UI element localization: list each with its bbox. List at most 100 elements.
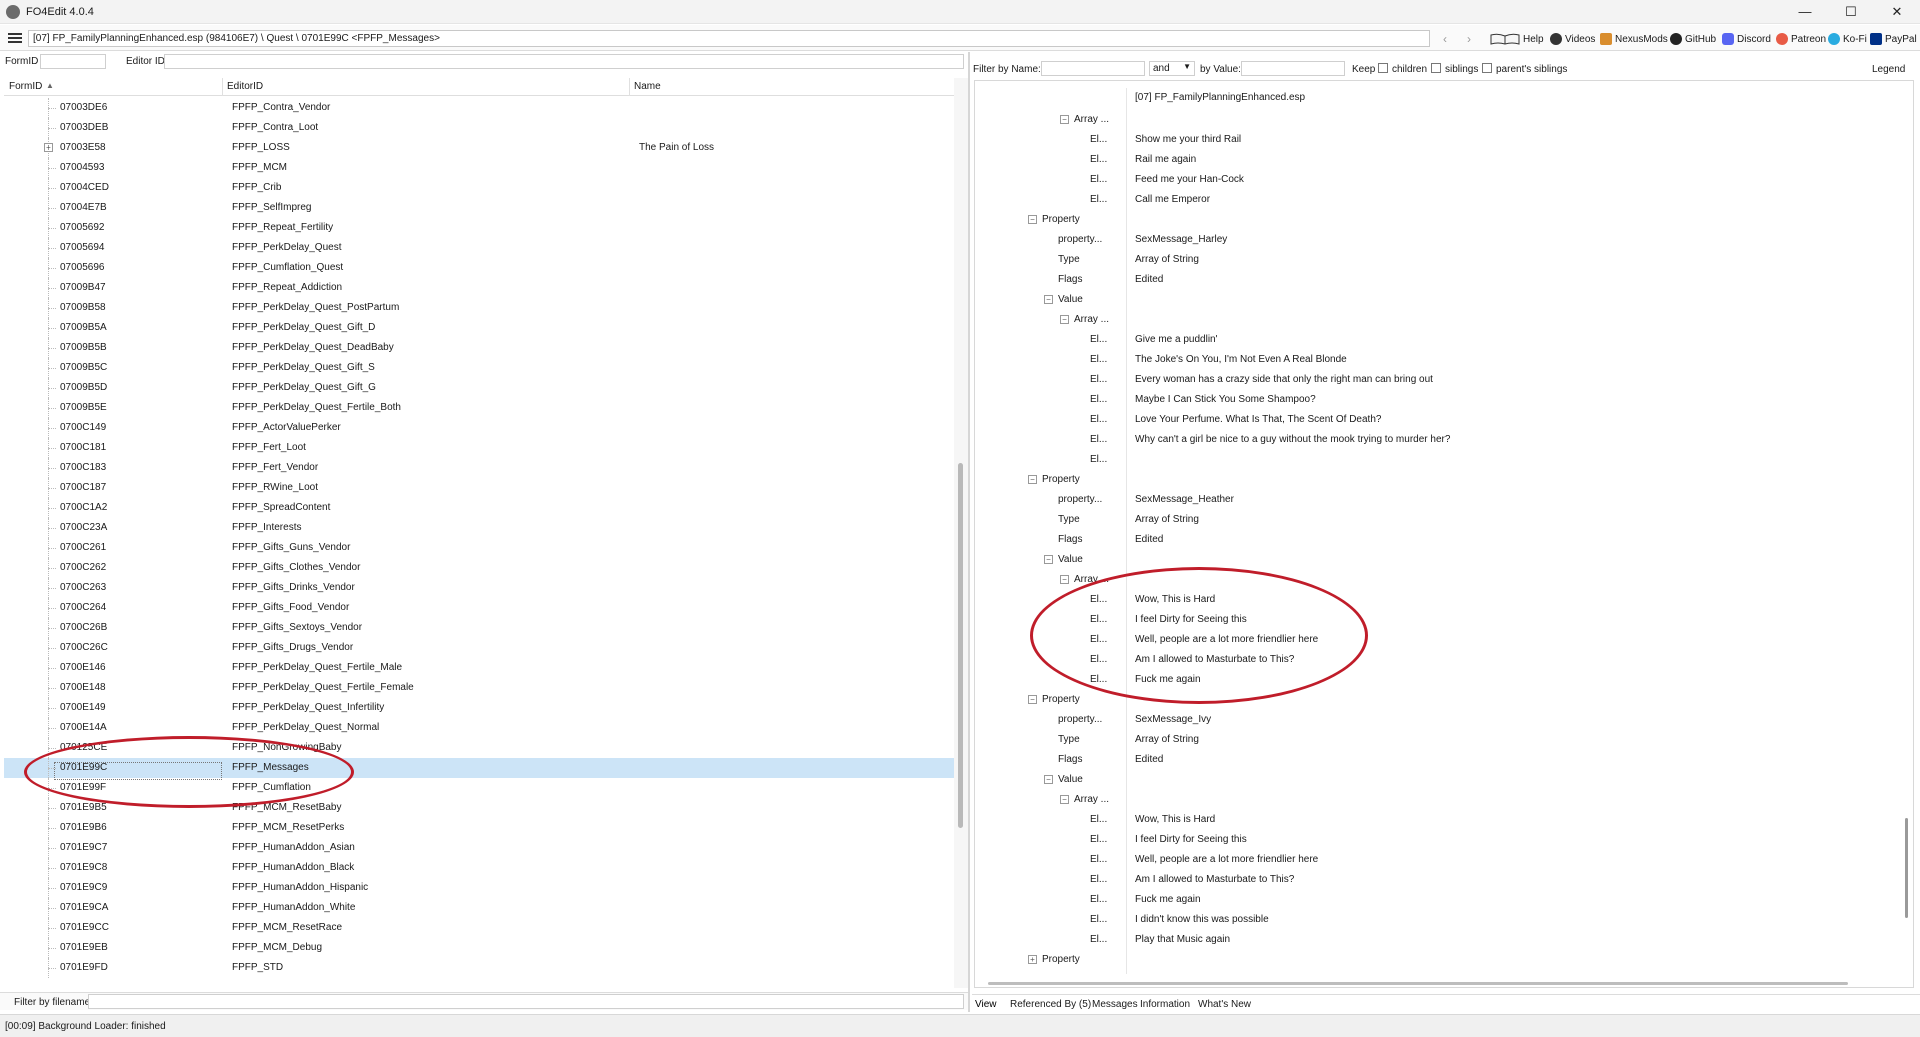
tree-row[interactable]: El... Why can't a girl be nice to a guy w… (976, 430, 1896, 450)
help-link[interactable]: Help (1490, 31, 1544, 47)
tree-row[interactable]: − Array ... (976, 790, 1896, 810)
left-vertical-scrollbar[interactable] (954, 78, 968, 988)
tree-row[interactable]: El... The Joke's On You, I'm Not Even A R… (976, 350, 1896, 370)
tree-row[interactable]: Type Array of String (976, 250, 1896, 270)
tree-row[interactable]: El... I didn't know this was possible (976, 910, 1896, 930)
tree-row[interactable]: − Array ... (976, 310, 1896, 330)
table-row[interactable]: 07009B58 FPFP_PerkDelay_Quest_PostPartum (4, 298, 954, 318)
tree-row[interactable]: Flags Edited (976, 530, 1896, 550)
collapse-icon[interactable]: − (1060, 795, 1069, 804)
tree-row[interactable]: − Property (976, 470, 1896, 490)
table-row[interactable]: 0701E9B6 FPFP_MCM_ResetPerks (4, 818, 954, 838)
tree-row[interactable]: El... Call me Emperor (976, 190, 1896, 210)
tree-row[interactable]: − Value (976, 550, 1896, 570)
tree-row[interactable]: + Property (976, 950, 1896, 970)
table-row[interactable]: 0700C264 FPFP_Gifts_Food_Vendor (4, 598, 954, 618)
left-scroll-thumb[interactable] (958, 463, 963, 828)
nexusmods-link[interactable]: NexusMods (1600, 31, 1668, 47)
table-row[interactable]: 07003DE6 FPFP_Contra_Vendor (4, 98, 954, 118)
tree-row[interactable]: property... SexMessage_Heather (976, 490, 1896, 510)
tree-row[interactable]: El... Am I allowed to Masturbate to This? (976, 870, 1896, 890)
pane-splitter[interactable] (968, 52, 970, 1012)
tree-row[interactable]: El... (976, 450, 1896, 470)
table-row[interactable]: 0700C23A FPFP_Interests (4, 518, 954, 538)
tab-view[interactable]: View (975, 999, 997, 1010)
right-vertical-scrollbar[interactable] (1900, 88, 1914, 974)
collapse-icon[interactable]: − (1028, 695, 1037, 704)
tree-row[interactable]: El... Play that Music again (976, 930, 1896, 950)
paypal-link[interactable]: PayPal (1870, 31, 1917, 47)
tab-whats-new[interactable]: What's New (1198, 999, 1251, 1010)
table-row[interactable]: 07009B47 FPFP_Repeat_Addiction (4, 278, 954, 298)
formid-filter-input[interactable] (40, 54, 106, 69)
table-row[interactable]: 0700C262 FPFP_Gifts_Clothes_Vendor (4, 558, 954, 578)
table-row[interactable]: 07004CED FPFP_Crib (4, 178, 954, 198)
back-arrow-icon[interactable]: ‹ (1436, 30, 1454, 48)
github-link[interactable]: GitHub (1670, 31, 1716, 47)
tree-row[interactable]: El... Give me a puddlin' (976, 330, 1896, 350)
table-row[interactable]: 07004E7B FPFP_SelfImpreg (4, 198, 954, 218)
table-row[interactable]: +07003E58 FPFP_LOSS The Pain of Loss (4, 138, 954, 158)
tree-row[interactable]: − Property (976, 210, 1896, 230)
tree-row[interactable]: El... Love Your Perfume. What Is That, Th… (976, 410, 1896, 430)
collapse-icon[interactable]: − (1060, 575, 1069, 584)
table-row[interactable]: 07009B5C FPFP_PerkDelay_Quest_Gift_S (4, 358, 954, 378)
filter-by-name-input[interactable] (1041, 61, 1145, 76)
table-row[interactable]: 07009B5B FPFP_PerkDelay_Quest_DeadBaby (4, 338, 954, 358)
tree-row[interactable]: El... Show me your third Rail (976, 130, 1896, 150)
column-header-editorid[interactable]: EditorID (227, 81, 263, 92)
editorid-filter-input[interactable] (164, 54, 964, 69)
expand-icon[interactable]: + (44, 143, 53, 152)
discord-link[interactable]: Discord (1722, 31, 1771, 47)
table-row[interactable]: 07009B5A FPFP_PerkDelay_Quest_Gift_D (4, 318, 954, 338)
tree-row[interactable]: property... SexMessage_Harley (976, 230, 1896, 250)
table-row[interactable]: 0701E9CA FPFP_HumanAddon_White (4, 898, 954, 918)
table-row[interactable]: 07005694 FPFP_PerkDelay_Quest (4, 238, 954, 258)
table-row[interactable]: 0700E146 FPFP_PerkDelay_Quest_Fertile_Mal… (4, 658, 954, 678)
expand-icon[interactable]: + (1028, 955, 1037, 964)
table-row[interactable]: 0700C26C FPFP_Gifts_Drugs_Vendor (4, 638, 954, 658)
table-row[interactable]: 0701E9C7 FPFP_HumanAddon_Asian (4, 838, 954, 858)
parents-siblings-checkbox[interactable] (1482, 63, 1492, 73)
siblings-checkbox[interactable] (1431, 63, 1441, 73)
tab-messages[interactable]: Messages (1092, 999, 1138, 1010)
maximize-button[interactable]: ☐ (1828, 0, 1874, 24)
collapse-icon[interactable]: − (1028, 475, 1037, 484)
close-button[interactable]: ✕ (1874, 0, 1920, 24)
tree-row[interactable]: El... Feed me your Han-Cock (976, 170, 1896, 190)
tree-row[interactable]: El... Every woman has a crazy side that o… (976, 370, 1896, 390)
table-row[interactable]: 0700E149 FPFP_PerkDelay_Quest_Infertility (4, 698, 954, 718)
filter-by-value-input[interactable] (1241, 61, 1345, 76)
tree-row[interactable]: Type Array of String (976, 510, 1896, 530)
collapse-icon[interactable]: − (1044, 555, 1053, 564)
right-scroll-thumb[interactable] (1905, 818, 1908, 918)
table-row[interactable]: 0700C261 FPFP_Gifts_Guns_Vendor (4, 538, 954, 558)
table-row[interactable]: 0701E9EB FPFP_MCM_Debug (4, 938, 954, 958)
tab-referenced-by[interactable]: Referenced By (5) (1010, 999, 1091, 1010)
table-row[interactable]: 07003DEB FPFP_Contra_Loot (4, 118, 954, 138)
column-header-formid[interactable]: FormID (9, 81, 42, 92)
table-row[interactable]: 0700C183 FPFP_Fert_Vendor (4, 458, 954, 478)
tree-row[interactable]: − Array ... (976, 110, 1896, 130)
tree-row[interactable]: Flags Edited (976, 750, 1896, 770)
and-or-select[interactable]: and ▼ (1149, 61, 1195, 76)
collapse-icon[interactable]: − (1028, 215, 1037, 224)
patreon-link[interactable]: Patreon (1776, 31, 1826, 47)
collapse-icon[interactable]: − (1044, 295, 1053, 304)
tree-row[interactable]: El... Rail me again (976, 150, 1896, 170)
table-row[interactable]: 07005692 FPFP_Repeat_Fertility (4, 218, 954, 238)
filename-filter-input[interactable] (88, 994, 964, 1009)
table-row[interactable]: 0700C181 FPFP_Fert_Loot (4, 438, 954, 458)
menu-icon[interactable] (8, 33, 22, 43)
table-row[interactable]: 07004593 FPFP_MCM (4, 158, 954, 178)
legend-button[interactable]: Legend (1872, 64, 1905, 75)
tab-information[interactable]: Information (1140, 999, 1190, 1010)
videos-link[interactable]: Videos (1550, 31, 1595, 47)
record-path-field[interactable]: [07] FP_FamilyPlanningEnhanced.esp (9841… (28, 30, 1430, 47)
table-row[interactable]: 0700C1A2 FPFP_SpreadContent (4, 498, 954, 518)
tree-row[interactable]: El... I feel Dirty for Seeing this (976, 830, 1896, 850)
table-row[interactable]: 0700C263 FPFP_Gifts_Drinks_Vendor (4, 578, 954, 598)
children-checkbox[interactable] (1378, 63, 1388, 73)
table-row[interactable]: 07009B5D FPFP_PerkDelay_Quest_Gift_G (4, 378, 954, 398)
table-row[interactable]: 0701E9C9 FPFP_HumanAddon_Hispanic (4, 878, 954, 898)
